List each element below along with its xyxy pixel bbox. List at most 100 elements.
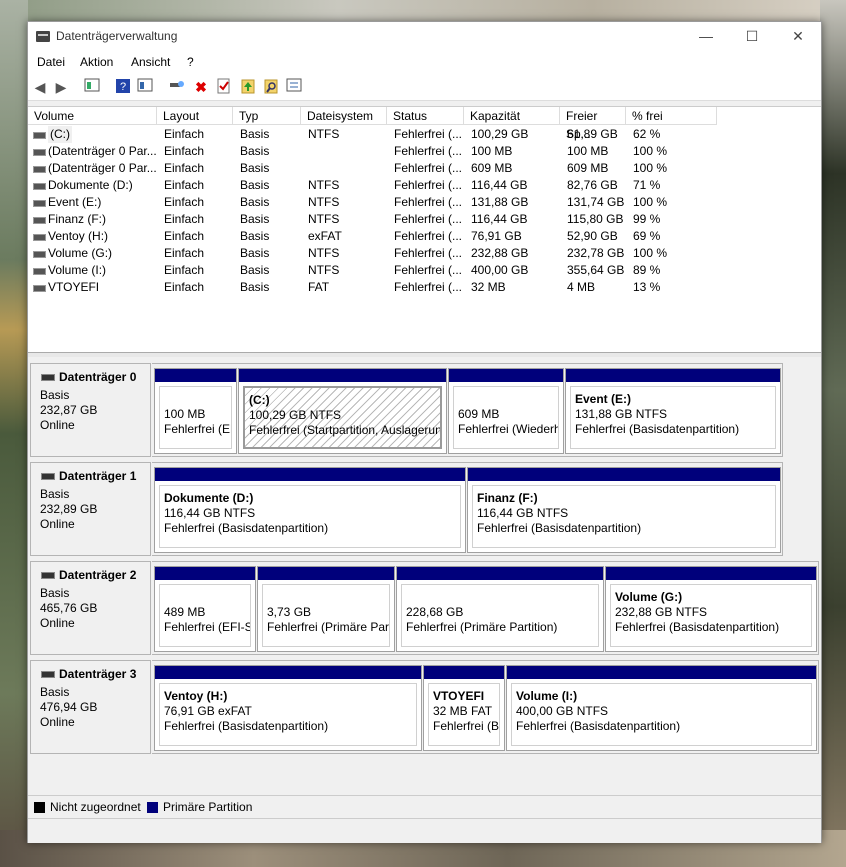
volume-cell: Basis (240, 246, 270, 260)
partition-status: Fehlerfrei (Primäre Partition) (406, 620, 558, 634)
volume-icon (33, 200, 46, 207)
partition-block[interactable]: (C:) 100,29 GB NTFS Fehlerfrei (Startparti… (238, 368, 447, 454)
disk-label[interactable]: Datenträger 0 Basis 232,87 GB Online (30, 363, 151, 457)
disk-name: Datenträger 1 (59, 469, 137, 483)
partition-status: Fehlerfrei (EF (164, 422, 232, 436)
primary-partition-bar (258, 567, 394, 580)
column-header-volume[interactable]: Volume (28, 107, 157, 125)
up-icon[interactable] (239, 78, 257, 96)
view-icon[interactable] (136, 78, 154, 96)
volume-row[interactable]: (C:) Einfach Basis NTFS Fehlerfrei (... 100,2… (28, 126, 821, 143)
partition-size: 489 MB (164, 605, 206, 619)
partition-body: VTOYEFI 32 MB FAT Fehlerfrei (Ba (428, 683, 500, 746)
volume-cell: Fehlerfrei (... (394, 212, 463, 226)
help-icon[interactable]: ? (114, 78, 132, 96)
partition-block[interactable]: Event (E:) 131,88 GB NTFS Fehlerfrei (Basi… (565, 368, 781, 454)
partition-size: 232,88 GB NTFS (615, 605, 708, 619)
column-header-kapazitaet[interactable]: Kapazität (464, 107, 560, 125)
delete-icon[interactable]: ✖ (192, 78, 210, 96)
disk-label[interactable]: Datenträger 2 Basis 465,76 GB Online (30, 561, 151, 655)
volume-row[interactable]: (Datenträger 0 Par... Einfach Basis Fehlerf… (28, 160, 821, 177)
volume-cell: 100 % (633, 161, 668, 175)
partition-block[interactable]: 489 MB Fehlerfrei (EFI-Sy (154, 566, 256, 652)
volume-cell: Fehlerfrei (... (394, 127, 463, 141)
partition-block[interactable]: 3,73 GB Fehlerfrei (Primäre Parti (257, 566, 395, 652)
volume-row[interactable]: (Datenträger 0 Par... Einfach Basis Fehlerf… (28, 143, 821, 160)
primary-partition-bar (155, 666, 421, 679)
volume-cell: Fehlerfrei (... (394, 161, 463, 175)
partition-block[interactable]: 100 MB Fehlerfrei (EF (154, 368, 237, 454)
disk-name: Datenträger 0 (59, 370, 137, 384)
volume-cell: NTFS (308, 178, 340, 192)
menu-aktion[interactable]: Aktion (80, 55, 113, 69)
list-icon[interactable] (285, 78, 303, 96)
volume-icon (33, 251, 46, 258)
column-header-dateisystem[interactable]: Dateisystem (301, 107, 387, 125)
volume-cell: Basis (240, 195, 270, 209)
volume-cell: 609 MB (567, 161, 609, 175)
volume-row[interactable]: Dokumente (D:) Einfach Basis NTFS Fehlerfrei… (28, 177, 821, 194)
volume-cell: NTFS (308, 195, 340, 209)
partition-title: Finanz (F:) (477, 491, 538, 505)
title-bar[interactable]: Datenträgerverwaltung — ☐ ✕ (28, 22, 821, 52)
volume-cell: 82,76 GB (567, 178, 618, 192)
primary-partition-bar (507, 666, 816, 679)
volume-icon (33, 285, 46, 292)
volume-cell: NTFS (308, 263, 340, 277)
maximize-button[interactable]: ☐ (729, 22, 775, 52)
close-button[interactable]: ✕ (775, 22, 821, 52)
volume-row[interactable]: VTOYEFI Einfach Basis FAT Fehlerfrei (... 32 … (28, 279, 821, 296)
partition-body: Ventoy (H:) 76,91 GB exFAT Fehlerfrei (Bas… (159, 683, 417, 746)
volume-cell: 61,89 GB (567, 127, 618, 141)
menu-datei[interactable]: Datei (37, 55, 65, 69)
volume-cell: 131,88 GB (471, 195, 529, 209)
column-header-freier-speicher[interactable]: Freier Sp... (560, 107, 626, 141)
volume-cell: 52,90 GB (567, 229, 618, 243)
back-icon[interactable]: ◀ (31, 78, 49, 96)
properties-icon[interactable] (83, 78, 101, 96)
column-header-typ[interactable]: Typ (233, 107, 301, 125)
partition-size: 609 MB (458, 407, 500, 421)
svg-text:?: ? (120, 81, 126, 93)
check-icon[interactable] (215, 78, 233, 96)
disk-icon (41, 374, 55, 381)
disk-state: Online (40, 715, 75, 729)
volume-cell: (C:) (48, 126, 72, 143)
volume-cell: Fehlerfrei (... (394, 246, 463, 260)
partition-block[interactable]: Volume (I:) 400,00 GB NTFS Fehlerfrei (Bas… (506, 665, 817, 751)
partition-title: Ventoy (H:) (164, 689, 228, 703)
volume-row[interactable]: Finanz (F:) Einfach Basis NTFS Fehlerfrei (.… (28, 211, 821, 228)
volume-cell: Basis (240, 229, 270, 243)
menu-help[interactable]: ? (187, 55, 194, 69)
legend-unallocated: Nicht zugeordnet (50, 800, 141, 814)
partition-block[interactable]: 228,68 GB Fehlerfrei (Primäre Partition) (396, 566, 604, 652)
partition-body: 609 MB Fehlerfrei (Wiederh (453, 386, 559, 449)
partition-block[interactable]: 609 MB Fehlerfrei (Wiederh (448, 368, 564, 454)
disk-label[interactable]: Datenträger 1 Basis 232,89 GB Online (30, 462, 151, 556)
volume-cell: Basis (240, 212, 270, 226)
volume-list[interactable]: Volume Layout Typ Dateisystem Status Kap… (28, 106, 821, 353)
column-header-prozent-frei[interactable]: % frei (626, 107, 717, 125)
partition-block[interactable]: Dokumente (D:) 116,44 GB NTFS Fehlerfrei (… (154, 467, 466, 553)
disk-label[interactable]: Datenträger 3 Basis 476,94 GB Online (30, 660, 151, 754)
partition-status: Fehlerfrei (Wiederh (458, 422, 559, 436)
volume-row[interactable]: Volume (I:) Einfach Basis NTFS Fehlerfrei (.… (28, 262, 821, 279)
forward-icon[interactable]: ▶ (52, 78, 70, 96)
column-header-layout[interactable]: Layout (157, 107, 233, 125)
partition-block[interactable]: VTOYEFI 32 MB FAT Fehlerfrei (Ba (423, 665, 505, 751)
partition-body: 3,73 GB Fehlerfrei (Primäre Parti (262, 584, 390, 647)
partition-body: 228,68 GB Fehlerfrei (Primäre Partition) (401, 584, 599, 647)
volume-row[interactable]: Ventoy (H:) Einfach Basis exFAT Fehlerfrei (… (28, 228, 821, 245)
menu-ansicht[interactable]: Ansicht (131, 55, 170, 69)
partition-block[interactable]: Ventoy (H:) 76,91 GB exFAT Fehlerfrei (Bas… (154, 665, 422, 751)
volume-row[interactable]: Volume (G:) Einfach Basis NTFS Fehlerfrei (.… (28, 245, 821, 262)
volume-row[interactable]: Event (E:) Einfach Basis NTFS Fehlerfrei (..… (28, 194, 821, 211)
connect-icon[interactable] (168, 78, 186, 96)
primary-partition-bar (468, 468, 780, 481)
column-header-status[interactable]: Status (387, 107, 464, 125)
partition-block[interactable]: Volume (G:) 232,88 GB NTFS Fehlerfrei (Bas… (605, 566, 817, 652)
minimize-button[interactable]: — (683, 22, 729, 52)
search-icon[interactable] (262, 78, 280, 96)
volume-cell: Einfach (164, 246, 205, 260)
partition-block[interactable]: Finanz (F:) 116,44 GB NTFS Fehlerfrei (Bas… (467, 467, 781, 553)
